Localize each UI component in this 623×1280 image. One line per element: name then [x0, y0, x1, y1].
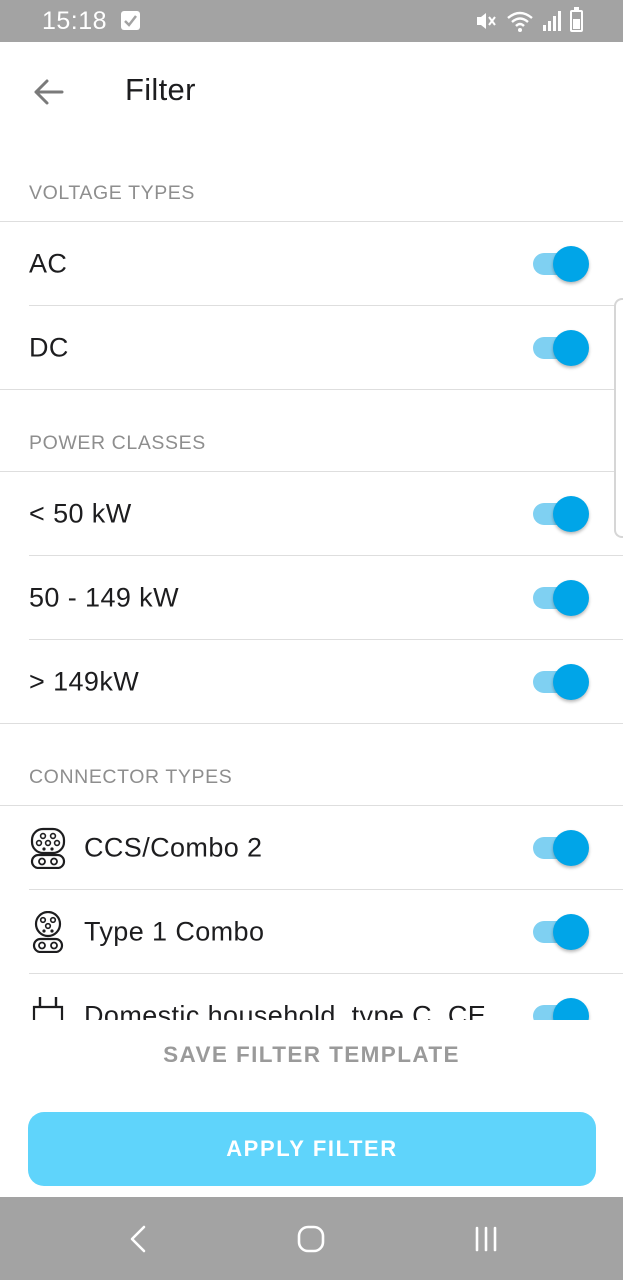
- status-bar: 15:18: [0, 0, 623, 42]
- toggle-ccs-combo-2[interactable]: [533, 830, 589, 866]
- status-time: 15:18: [42, 7, 108, 35]
- filter-row-ac[interactable]: AC: [0, 222, 623, 306]
- row-label: > 149kW: [29, 666, 140, 697]
- recents-nav-button[interactable]: [466, 1219, 506, 1259]
- filter-list[interactable]: VOLTAGE TYPES AC DC POWER CLASSES < 50 k…: [0, 140, 623, 1020]
- toggle-power-over-149[interactable]: [533, 664, 589, 700]
- domestic-plug-icon: [32, 997, 64, 1020]
- filter-row-ccs-combo-2[interactable]: CCS/Combo 2: [0, 806, 623, 890]
- battery-icon: [570, 7, 583, 32]
- toggle-power-under-50[interactable]: [533, 496, 589, 532]
- home-nav-icon: [297, 1225, 325, 1253]
- status-icons: [474, 7, 583, 32]
- footer-actions: SAVE FILTER TEMPLATE APPLY FILTER: [0, 1020, 623, 1197]
- toggle-dc[interactable]: [533, 330, 589, 366]
- mute-icon: [477, 13, 496, 29]
- row-label: DC: [29, 332, 69, 363]
- section-title: CONNECTOR TYPES: [29, 766, 233, 788]
- filter-row-power-50-149[interactable]: 50 - 149 kW: [0, 556, 623, 640]
- save-filter-template-button[interactable]: SAVE FILTER TEMPLATE: [0, 1042, 623, 1078]
- toggle-domestic-household[interactable]: [533, 998, 589, 1020]
- recents-nav-icon: [475, 1226, 497, 1252]
- home-nav-button[interactable]: [291, 1219, 331, 1259]
- row-label: < 50 kW: [29, 498, 132, 529]
- back-button[interactable]: [26, 70, 70, 114]
- section-title: POWER CLASSES: [29, 432, 206, 454]
- arrow-left-icon: [34, 79, 64, 105]
- filter-row-domestic-household[interactable]: Domestic household, type C, CE: [0, 974, 623, 1020]
- back-nav-button[interactable]: [118, 1219, 158, 1259]
- wifi-icon: [507, 11, 533, 32]
- section-title: VOLTAGE TYPES: [29, 182, 196, 204]
- apply-filter-button[interactable]: APPLY FILTER: [28, 1112, 596, 1186]
- scroll-indicator[interactable]: [614, 298, 623, 538]
- app-bar: Filter: [0, 42, 623, 140]
- filter-row-dc[interactable]: DC: [0, 306, 623, 390]
- filter-row-power-under-50[interactable]: < 50 kW: [0, 472, 623, 556]
- row-label: 50 - 149 kW: [29, 582, 179, 613]
- section-header-power: POWER CLASSES: [0, 390, 623, 472]
- toggle-type-1-combo[interactable]: [533, 914, 589, 950]
- filter-row-type-1-combo[interactable]: Type 1 Combo: [0, 890, 623, 974]
- filter-row-power-over-149[interactable]: > 149kW: [0, 640, 623, 724]
- toggle-ac[interactable]: [533, 246, 589, 282]
- row-label: AC: [29, 248, 68, 279]
- row-label: Type 1 Combo: [84, 916, 265, 947]
- back-nav-icon: [130, 1225, 146, 1253]
- signal-icon: [543, 11, 561, 31]
- type-1-combo-icon: [32, 911, 64, 953]
- row-label: Domestic household, type C, CE: [84, 1000, 487, 1021]
- section-header-connector: CONNECTOR TYPES: [0, 724, 623, 806]
- section-header-voltage: VOLTAGE TYPES: [0, 140, 623, 222]
- navigation-bar: [0, 1197, 623, 1280]
- ccs-combo-2-icon: [30, 827, 66, 869]
- checkbox-icon: [121, 11, 140, 30]
- toggle-power-50-149[interactable]: [533, 580, 589, 616]
- row-label: CCS/Combo 2: [84, 832, 263, 863]
- page-title: Filter: [125, 72, 196, 107]
